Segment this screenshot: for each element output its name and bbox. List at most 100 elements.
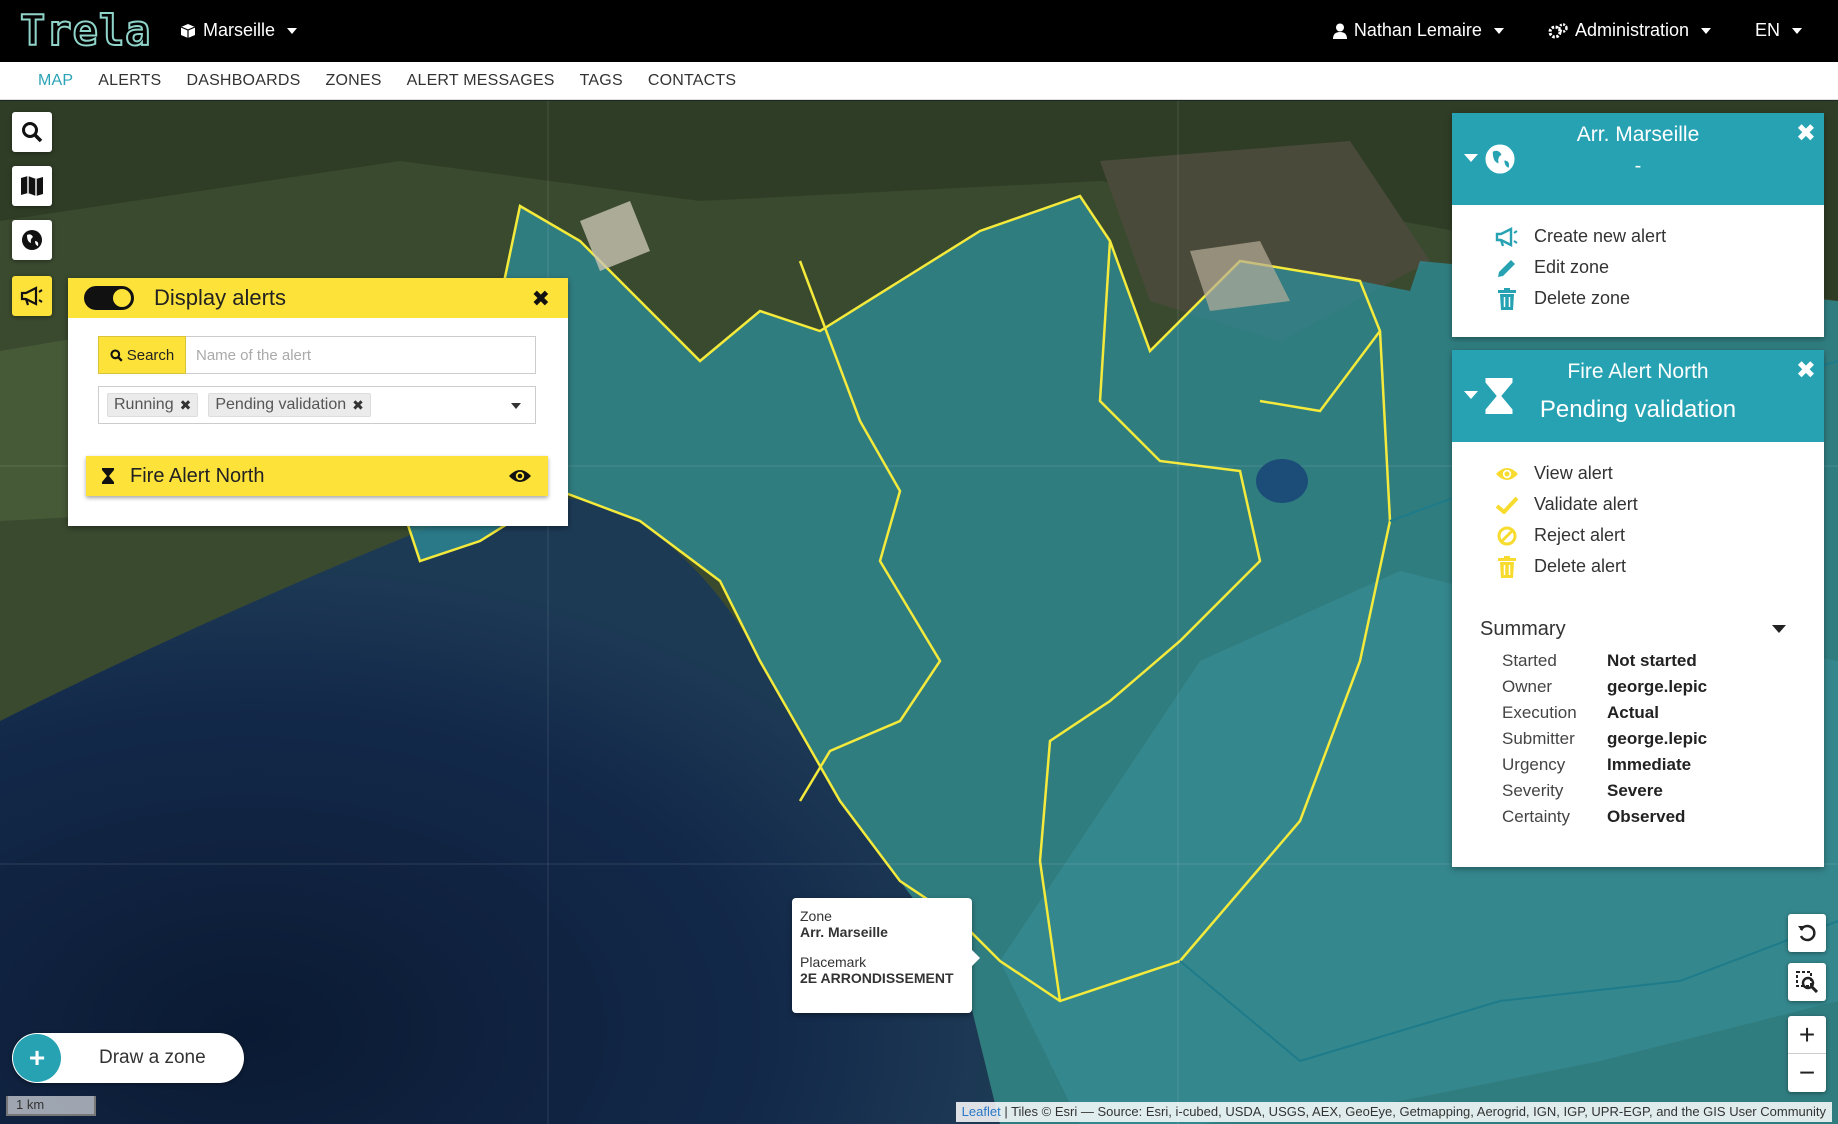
action-label: Create new alert [1534, 226, 1667, 246]
status-filter-select[interactable]: Running ✖ Pending validation ✖ [98, 386, 536, 424]
admin-label: Administration [1574, 20, 1689, 40]
nav-tags[interactable]: TAGS [580, 72, 623, 90]
chevron-down-icon[interactable] [511, 403, 521, 409]
zoom-out-button[interactable]: − [1788, 1054, 1826, 1092]
top-bar: Trela Marseille Nathan Lemaire Administr… [0, 0, 1838, 62]
nav-zones[interactable]: ZONES [325, 72, 381, 90]
nav-contacts[interactable]: CONTACTS [648, 72, 736, 90]
language-menu[interactable]: EN [1755, 20, 1802, 41]
zoom-control: + − [1788, 1016, 1826, 1092]
trash-icon [1498, 555, 1516, 578]
language-label: EN [1754, 20, 1780, 40]
tooltip-placemark-value: 2E ARRONDISSEMENT [800, 970, 954, 986]
check-icon [1496, 496, 1518, 514]
remove-tag-icon[interactable]: ✖ [352, 397, 364, 414]
summary-toggle[interactable]: Summary [1480, 610, 1824, 648]
validate-alert-action[interactable]: Validate alert [1452, 489, 1824, 520]
megaphone-icon [1495, 226, 1518, 247]
zones-tool-button[interactable] [12, 220, 52, 260]
nav-dashboards[interactable]: DASHBOARDS [186, 72, 300, 90]
alert-list-item[interactable]: Fire Alert North [86, 456, 548, 496]
tooltip-zone-label: Zone [800, 908, 832, 924]
view-alert-action[interactable]: View alert [1452, 458, 1824, 489]
city-label: Marseille [203, 20, 276, 40]
trash-icon [1498, 287, 1516, 310]
summary-row: Urgency Immediate [1480, 752, 1824, 778]
chevron-down-icon [1493, 27, 1504, 34]
summary-row: Severity Severe [1480, 778, 1824, 804]
alert-item-name: Fire Alert North [130, 464, 265, 487]
zoom-area-icon [1796, 971, 1818, 993]
summary-value: Observed [1607, 807, 1686, 826]
filter-tag-pending: Pending validation ✖ [208, 393, 371, 417]
create-new-alert-action[interactable]: Create new alert [1452, 221, 1824, 252]
display-alerts-toggle[interactable] [84, 286, 134, 310]
megaphone-icon [20, 286, 43, 306]
zone-panel: Arr. Marseille - ✖ Create new alert Edit… [1452, 113, 1824, 337]
summary-value: Severe [1607, 781, 1663, 800]
alert-name-input[interactable] [186, 336, 536, 374]
zone-panel-title: Arr. Marseille [1576, 123, 1700, 146]
alerts-panel-header: Display alerts ✖ [68, 278, 568, 318]
close-icon[interactable]: ✖ [532, 286, 550, 312]
zoom-in-button[interactable]: + [1788, 1016, 1826, 1054]
delete-zone-action[interactable]: Delete zone [1452, 283, 1824, 314]
chevron-down-icon [1772, 625, 1786, 633]
summary-row: Submitter george.lepic [1480, 726, 1824, 752]
remove-tag-icon[interactable]: ✖ [180, 397, 192, 414]
summary-value: Immediate [1607, 755, 1692, 774]
summary-value: Actual [1607, 703, 1659, 722]
search-button-label: Search [126, 346, 175, 364]
draw-zone-button[interactable]: + Draw a zone [12, 1033, 244, 1083]
close-icon[interactable]: ✖ [1796, 356, 1816, 385]
draw-zone-label: Draw a zone [99, 1047, 206, 1068]
summary-key: Certainty [1502, 807, 1571, 826]
summary-key: Started [1502, 651, 1557, 670]
action-label: Validate alert [1534, 494, 1638, 514]
cube-icon [180, 23, 196, 38]
summary-row: Started Not started [1480, 648, 1824, 674]
action-label: Edit zone [1534, 257, 1610, 277]
alert-search: Search [98, 336, 536, 374]
reset-view-button[interactable] [1788, 914, 1826, 952]
scale-bar: 1 km [6, 1096, 96, 1116]
plus-icon: + [13, 1034, 61, 1082]
alert-summary: Summary Started Not started Owner george.l… [1452, 610, 1824, 830]
summary-key: Execution [1502, 703, 1577, 722]
search-button[interactable]: Search [98, 336, 186, 374]
hourglass-icon [1485, 378, 1513, 414]
nav-alert-messages[interactable]: ALERT MESSAGES [407, 72, 555, 90]
tooltip-placemark-label: Placemark [800, 954, 867, 970]
user-name: Nathan Lemaire [1353, 20, 1482, 40]
alerts-tool-button[interactable] [12, 276, 52, 316]
reject-alert-action[interactable]: Reject alert [1452, 520, 1824, 551]
summary-row: Certainty Observed [1480, 804, 1824, 830]
undo-icon [1798, 924, 1816, 942]
user-menu[interactable]: Nathan Lemaire [1332, 20, 1504, 41]
edit-zone-action[interactable]: Edit zone [1452, 252, 1824, 283]
city-selector[interactable]: Marseille [180, 20, 298, 41]
delete-alert-action[interactable]: Delete alert [1452, 551, 1824, 582]
close-icon[interactable]: ✖ [1796, 119, 1816, 148]
alerts-panel-title: Display alerts [154, 285, 287, 310]
nav-map[interactable]: MAP [38, 72, 73, 90]
admin-menu[interactable]: Administration [1548, 20, 1711, 41]
app-logo[interactable]: Trela [19, 5, 151, 56]
globe-icon [1485, 144, 1515, 174]
search-tool-button[interactable] [12, 112, 52, 152]
action-label: Reject alert [1534, 525, 1626, 545]
eye-icon[interactable] [508, 468, 532, 484]
display-alerts-panel: Display alerts ✖ Search Running ✖ Pending… [68, 278, 568, 526]
summary-row: Owner george.lepic [1480, 674, 1824, 700]
collapse-icon[interactable] [1464, 154, 1478, 162]
chevron-down-icon [287, 27, 298, 34]
leaflet-link[interactable]: Leaflet [962, 1104, 1001, 1119]
map-layers-button[interactable] [12, 166, 52, 206]
nav-alerts[interactable]: ALERTS [98, 72, 161, 90]
filter-tag-label: Pending validation [215, 396, 347, 413]
summary-key: Urgency [1502, 755, 1566, 774]
summary-value: Not started [1607, 651, 1697, 670]
zoom-to-selection-button[interactable] [1788, 963, 1826, 1001]
collapse-icon[interactable] [1464, 391, 1478, 399]
filter-tag-label: Running [114, 396, 174, 413]
